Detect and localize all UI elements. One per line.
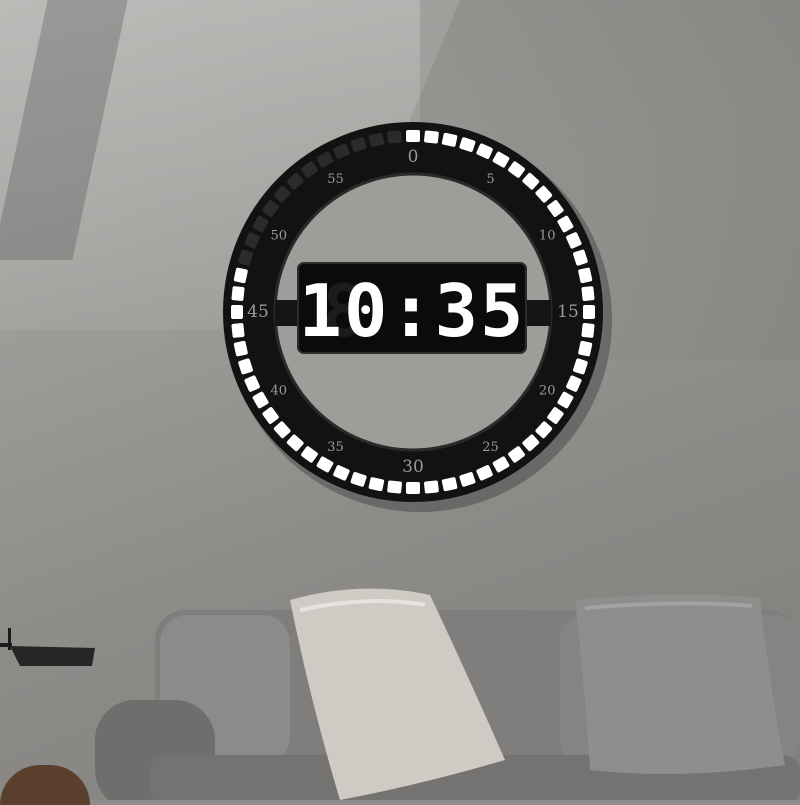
second-led <box>424 480 439 494</box>
second-led <box>424 130 439 144</box>
minute-label: 55 <box>327 172 344 187</box>
second-led <box>581 286 595 301</box>
sofa <box>95 588 800 800</box>
second-led <box>406 482 420 494</box>
second-led <box>406 130 420 142</box>
pillow-gray <box>575 594 785 774</box>
minute-label: 15 <box>557 302 579 322</box>
second-led <box>387 480 402 494</box>
minute-label: 50 <box>271 229 288 244</box>
second-led <box>387 130 402 144</box>
minute-label: 20 <box>539 384 556 399</box>
minute-label: 10 <box>539 229 556 244</box>
second-led <box>581 323 595 338</box>
minute-label: 35 <box>327 440 344 455</box>
minute-label: 25 <box>482 440 499 455</box>
minute-label: 0 <box>408 147 419 167</box>
second-led <box>231 323 245 338</box>
minute-label: 45 <box>247 302 269 322</box>
minute-label: 30 <box>402 457 424 477</box>
second-led <box>583 305 595 319</box>
minute-label: 40 <box>271 384 288 399</box>
second-led <box>231 305 243 319</box>
time-display: 10:35 <box>299 269 526 353</box>
second-led <box>231 286 245 301</box>
minute-label: 5 <box>486 172 494 187</box>
